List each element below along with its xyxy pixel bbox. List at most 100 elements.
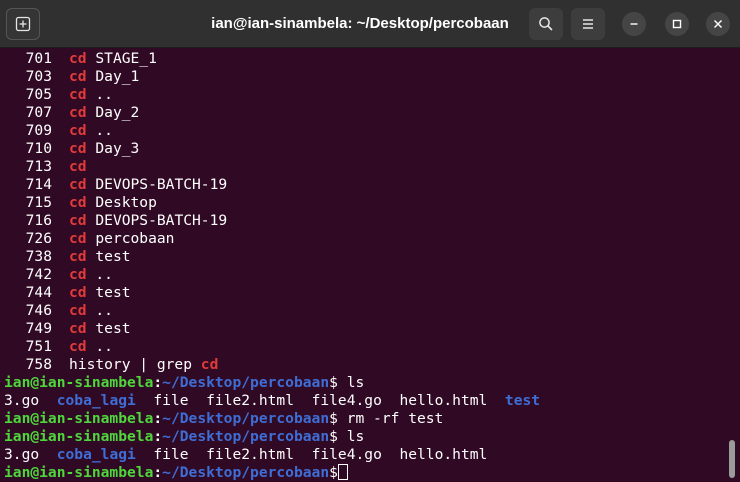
history-argument: test (95, 284, 131, 301)
typed-command: ls (337, 428, 365, 445)
history-number: 746 (25, 302, 52, 319)
history-argument: .. (95, 302, 113, 319)
history-argument: DEVOPS-BATCH-19 (95, 212, 228, 229)
file-entry: file (153, 446, 189, 463)
search-icon (539, 17, 553, 31)
prompt-path: ~/Desktop/percobaan (162, 410, 330, 427)
file-entry: hello.html (399, 446, 488, 463)
prompt-dollar: $ (329, 428, 338, 445)
grep-match: cd (69, 248, 87, 265)
history-line: 746 cd .. (4, 302, 722, 320)
grep-match: cd (69, 50, 87, 67)
grep-match: cd (69, 122, 87, 139)
history-number: 749 (25, 320, 52, 337)
history-line: 744 cd test (4, 284, 722, 302)
history-line: 703 cd Day_1 (4, 68, 722, 86)
prompt-colon: : (153, 464, 163, 481)
grep-match: cd (69, 158, 87, 175)
history-line: 715 cd Desktop (4, 194, 722, 212)
history-number: 714 (25, 176, 52, 193)
grep-match: cd (69, 104, 87, 121)
grep-match: cd (69, 194, 87, 211)
close-button[interactable] (706, 12, 730, 36)
terminal-output[interactable]: 701 cd STAGE_1 703 cd Day_1 705 cd .. 707 cd Da… (0, 50, 722, 482)
prompt-line: ian@ian-sinambela:~/Desktop/percobaan$ r… (4, 410, 722, 428)
history-number: 738 (25, 248, 52, 265)
terminal-window: ian@ian-sinambela: ~/Desktop/percobaan 7… (0, 0, 740, 482)
scrollbar-thumb[interactable] (729, 440, 735, 478)
history-line: 742 cd .. (4, 266, 722, 284)
history-number: 751 (25, 338, 52, 355)
history-argument: .. (95, 338, 113, 355)
history-number: 726 (25, 230, 52, 247)
new-tab-button[interactable] (6, 8, 40, 40)
history-line: 713 cd (4, 158, 722, 176)
prompt-user-host: ian@ian-sinambela (4, 410, 154, 427)
prompt-path: ~/Desktop/percobaan (162, 428, 330, 445)
minimize-button[interactable] (622, 12, 646, 36)
file-entry: 3.go (4, 446, 40, 463)
file-entry: hello.html (399, 392, 488, 409)
file-entry: 3.go (4, 392, 40, 409)
prompt-dollar: $ (329, 410, 338, 427)
history-line: 758 history | grep cd (4, 356, 722, 374)
grep-match: cd (69, 212, 87, 229)
minimize-icon (630, 23, 638, 25)
title-bar: ian@ian-sinambela: ~/Desktop/percobaan (0, 0, 740, 48)
history-line: 738 cd test (4, 248, 722, 266)
grep-match: cd (200, 356, 219, 373)
grep-match: cd (69, 140, 87, 157)
directory-entry: coba_lagi (56, 446, 136, 463)
history-line: 751 cd .. (4, 338, 722, 356)
new-tab-icon (15, 16, 31, 32)
grep-match: cd (69, 68, 87, 85)
history-line: 709 cd .. (4, 122, 722, 140)
history-line: 705 cd .. (4, 86, 722, 104)
history-number: 715 (25, 194, 52, 211)
ls-output-line: 3.go coba_lagi file file2.html file4.go … (4, 446, 722, 464)
history-line: 714 cd DEVOPS-BATCH-19 (4, 176, 722, 194)
prompt-user-host: ian@ian-sinambela (4, 374, 154, 391)
history-argument: Day_2 (95, 104, 140, 121)
history-output: 701 cd STAGE_1 703 cd Day_1 705 cd .. 707 cd Da… (0, 50, 722, 356)
window-title: ian@ian-sinambela: ~/Desktop/percobaan (211, 15, 509, 32)
history-argument: Day_3 (95, 140, 140, 157)
history-argument: STAGE_1 (95, 50, 157, 67)
history-line: 726 cd percobaan (4, 230, 722, 248)
grep-match: cd (69, 230, 87, 247)
history-line: 707 cd Day_2 (4, 104, 722, 122)
menu-button[interactable] (571, 8, 605, 40)
directory-entry: coba_lagi (56, 392, 136, 409)
prompt-dollar: $ (329, 464, 338, 481)
grep-match: cd (69, 302, 87, 319)
prompt-line: ian@ian-sinambela:~/Desktop/percobaan$ l… (4, 428, 722, 446)
file-entry: file4.go (311, 446, 382, 463)
search-button[interactable] (529, 8, 563, 40)
history-number: 705 (25, 86, 52, 103)
history-argument: test (95, 320, 131, 337)
grep-match: cd (69, 338, 87, 355)
prompt-colon: : (153, 374, 163, 391)
directory-entry: test (504, 392, 541, 409)
prompt-path: ~/Desktop/percobaan (162, 464, 330, 481)
history-number: 701 (25, 50, 52, 67)
history-line: 710 cd Day_3 (4, 140, 722, 158)
history-number: 707 (25, 104, 52, 121)
history-argument: Desktop (95, 194, 157, 211)
history-line: 701 cd STAGE_1 (4, 50, 722, 68)
history-argument: .. (95, 86, 113, 103)
history-argument: DEVOPS-BATCH-19 (95, 176, 228, 193)
text-cursor (337, 464, 348, 480)
file-entry: file4.go (311, 392, 382, 409)
maximize-button[interactable] (665, 12, 689, 36)
grep-match: cd (69, 176, 87, 193)
history-number: 744 (25, 284, 52, 301)
file-entry: file2.html (206, 392, 294, 409)
prompt-path: ~/Desktop/percobaan (162, 374, 330, 391)
history-command: history | grep (69, 356, 201, 373)
history-argument: Day_1 (95, 68, 140, 85)
history-number: 710 (25, 140, 52, 157)
prompt-user-host: ian@ian-sinambela (4, 428, 154, 445)
maximize-icon (672, 19, 682, 29)
prompt-line: ian@ian-sinambela:~/Desktop/percobaan$ l… (4, 374, 722, 392)
